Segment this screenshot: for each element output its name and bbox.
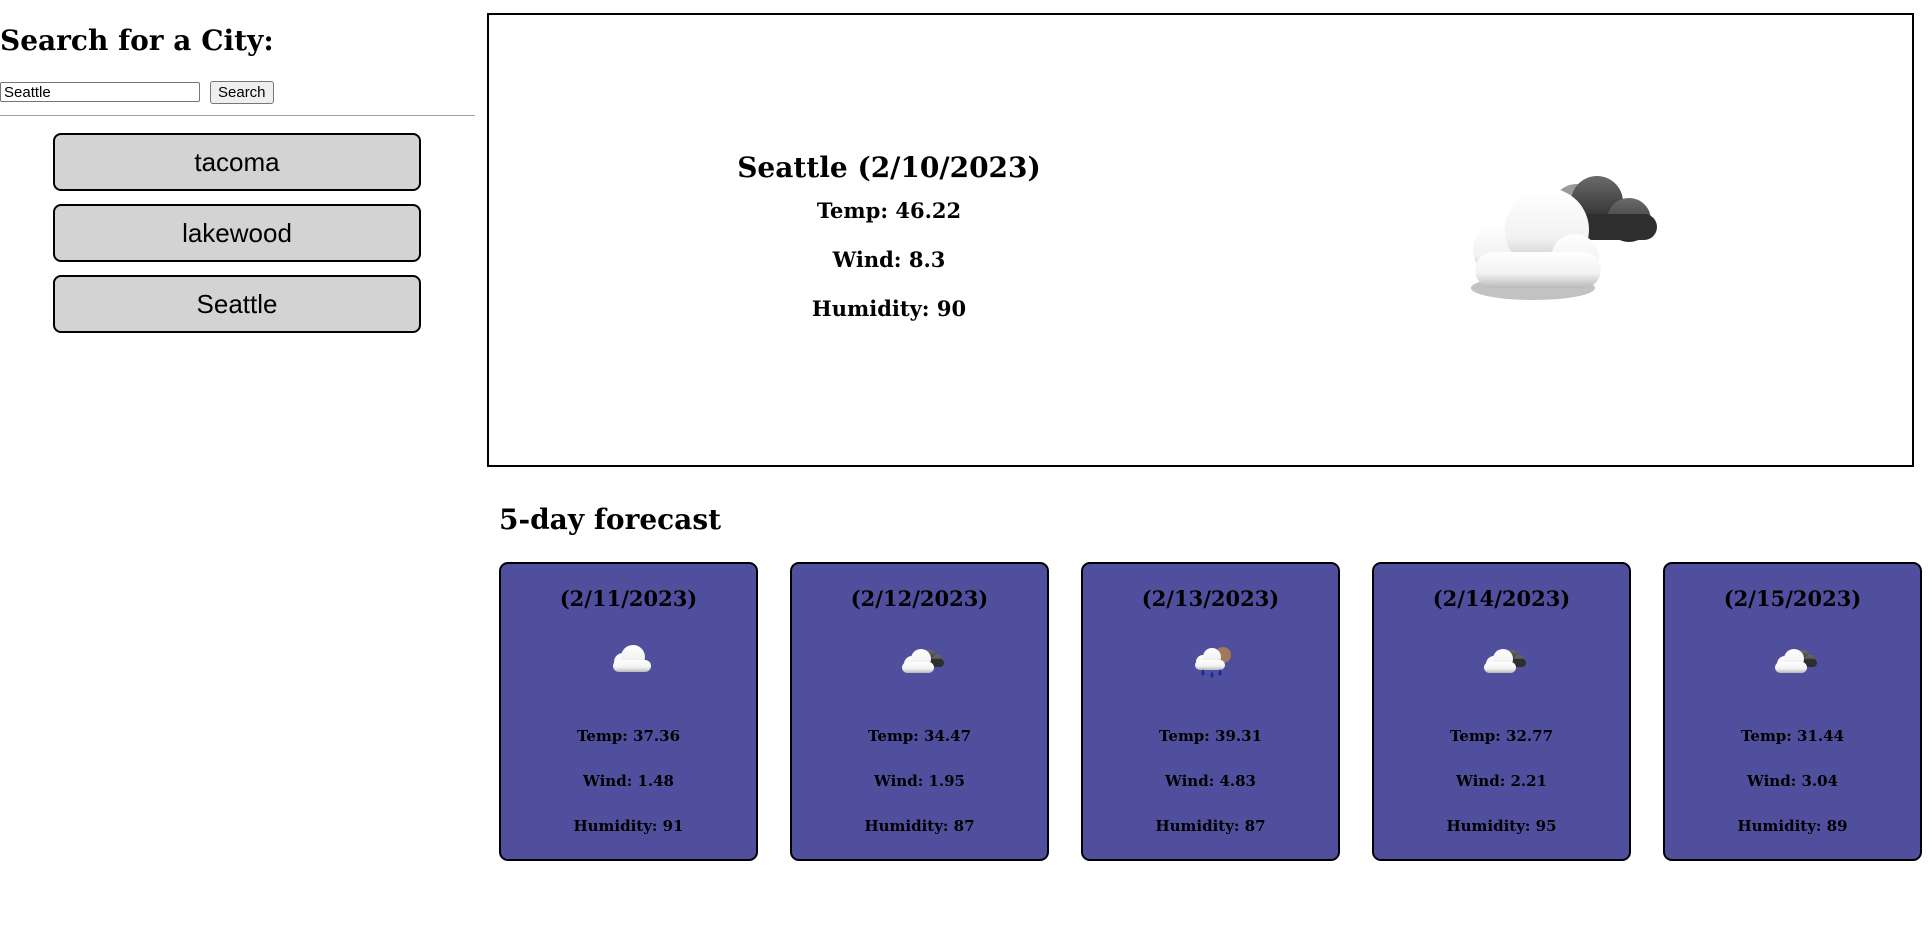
forecast-temp: Temp: 32.77 bbox=[1449, 727, 1554, 745]
forecast-heading: 5-day forecast bbox=[499, 503, 722, 536]
forecast-wind: Wind: 1.48 bbox=[583, 772, 674, 790]
broken-clouds-icon bbox=[1775, 649, 1817, 673]
broken-clouds-icon bbox=[902, 649, 944, 673]
page: Search for a City: Search tacoma lakewoo… bbox=[0, 0, 1932, 942]
current-temp: Temp: 46.22 bbox=[816, 198, 962, 223]
forecast-date: (2/12/2023) bbox=[850, 586, 989, 611]
current-weather-panel: Seattle (2/10/2023) Temp: 46.22 Wind: 8.… bbox=[487, 13, 1914, 467]
forecast-date: (2/15/2023) bbox=[1723, 586, 1862, 611]
forecast-humidity: Humidity: 87 bbox=[1155, 817, 1266, 835]
forecast-wind: Wind: 2.21 bbox=[1456, 772, 1547, 790]
forecast-humidity: Humidity: 89 bbox=[1737, 817, 1848, 835]
forecast-humidity: Humidity: 95 bbox=[1446, 817, 1557, 835]
forecast-date: (2/13/2023) bbox=[1141, 586, 1280, 611]
forecast-wind: Wind: 3.04 bbox=[1747, 772, 1838, 790]
current-weather-info: Seattle (2/10/2023) Temp: 46.22 Wind: 8.… bbox=[729, 151, 1049, 321]
partly-cloudy-dark-icon bbox=[1471, 176, 1657, 300]
history-button-seattle[interactable]: Seattle bbox=[53, 275, 421, 333]
forecast-card: (2/15/2023) Temp: 31.44 Wind: 3.04 Humid… bbox=[1663, 562, 1922, 861]
forecast-temp: Temp: 31.44 bbox=[1740, 727, 1845, 745]
history-button-tacoma[interactable]: tacoma bbox=[53, 133, 421, 191]
forecast-temp: Temp: 34.47 bbox=[867, 727, 972, 745]
divider bbox=[0, 115, 475, 116]
forecast-card: (2/11/2023) Temp: 37.36 Wind: 1.48 Humid… bbox=[499, 562, 758, 861]
forecast-humidity: Humidity: 87 bbox=[864, 817, 975, 835]
forecast-temp: Temp: 39.31 bbox=[1158, 727, 1263, 745]
broken-clouds-icon bbox=[1484, 649, 1526, 673]
forecast-date: (2/14/2023) bbox=[1432, 586, 1571, 611]
cloud-icon bbox=[613, 645, 651, 672]
forecast-wind: Wind: 4.83 bbox=[1165, 772, 1256, 790]
current-wind: Wind: 8.3 bbox=[832, 247, 946, 272]
current-city-title: Seattle (2/10/2023) bbox=[737, 151, 1041, 184]
current-humidity: Humidity: 90 bbox=[811, 296, 967, 321]
forecast-card: (2/12/2023) Temp: 34.47 Wind: 1.95 Humid… bbox=[790, 562, 1049, 861]
forecast-card: (2/14/2023) Temp: 32.77 Wind: 2.21 Humid… bbox=[1372, 562, 1631, 861]
forecast-wind: Wind: 1.95 bbox=[874, 772, 965, 790]
forecast-date: (2/11/2023) bbox=[559, 586, 698, 611]
search-input[interactable] bbox=[0, 82, 200, 102]
forecast-card: (2/13/2023) Temp: 39.31 Wind: 4.83 Humid… bbox=[1081, 562, 1340, 861]
forecast-temp: Temp: 37.36 bbox=[576, 727, 681, 745]
search-heading: Search for a City: bbox=[0, 24, 274, 57]
search-button[interactable]: Search bbox=[210, 81, 274, 104]
forecast-humidity: Humidity: 91 bbox=[573, 817, 684, 835]
rain-icon bbox=[1195, 647, 1231, 678]
history-button-lakewood[interactable]: lakewood bbox=[53, 204, 421, 262]
